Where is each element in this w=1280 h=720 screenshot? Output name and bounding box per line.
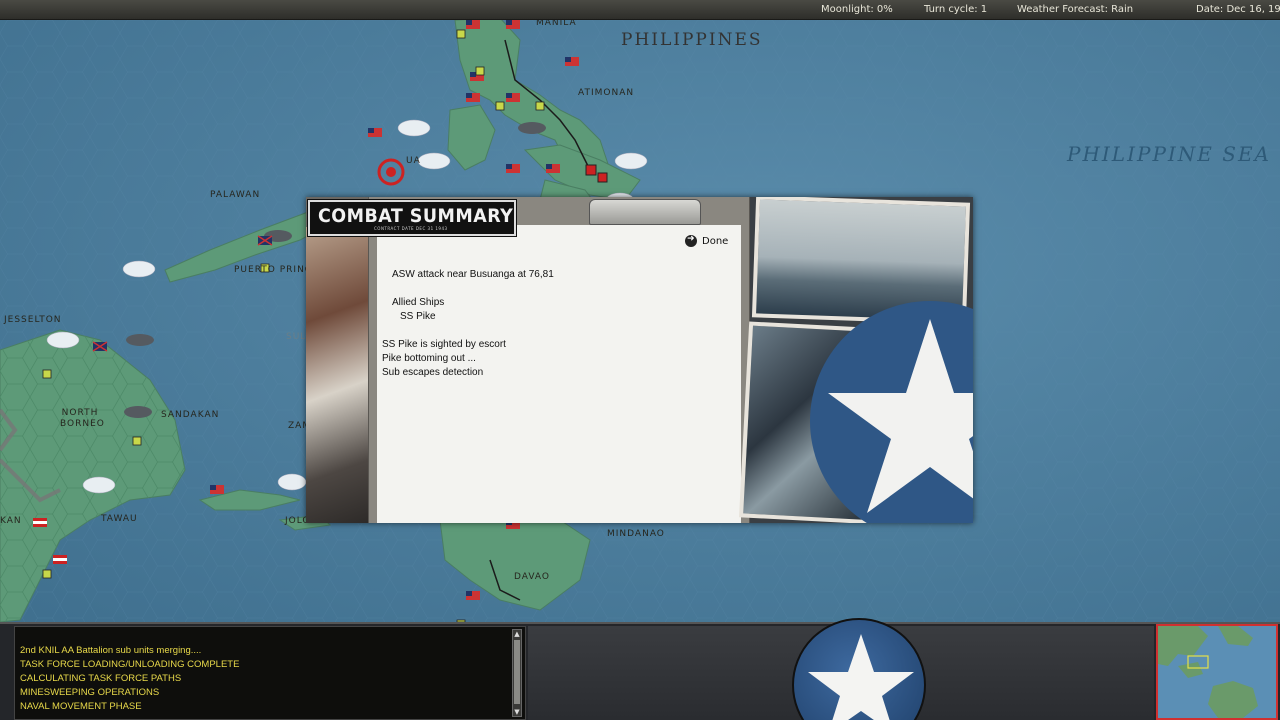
summary-line: SS Pike [400, 311, 436, 322]
bottom-panel: 2nd KNIL AA Battalion sub units merging.… [0, 618, 1280, 720]
label-manila: MANILA [536, 20, 577, 28]
log-line: MINESWEEPING OPERATIONS [20, 687, 160, 698]
us-star-roundel [810, 301, 973, 523]
log-line: 2nd KNIL AA Battalion sub units merging.… [20, 645, 202, 656]
label-sul: SUL [286, 332, 307, 342]
summary-line: SS Pike is sighted by escort [382, 339, 506, 350]
scroll-up-icon[interactable]: ▲ [513, 630, 521, 638]
label-philippine-sea: PHILIPPINE SEA [1067, 142, 1271, 166]
game-screen: Moonlight: 0% Turn cycle: 1 Weather Fore… [0, 0, 1280, 720]
label-atimonan: ATIMONAN [578, 88, 635, 98]
date-readout: Date: Dec 16, 1941 [1196, 4, 1280, 15]
status-bar: Moonlight: 0% Turn cycle: 1 Weather Fore… [0, 0, 1280, 20]
scroll-down-icon[interactable]: ▼ [513, 708, 521, 716]
scroll-thumb[interactable] [514, 640, 520, 704]
summary-line: ASW attack near Busuanga at 76,81 [392, 269, 554, 280]
center-emblem-panel [528, 618, 1154, 720]
label-ua: UA [406, 156, 421, 166]
summary-line: Allied Ships [392, 297, 445, 308]
label-sandakan: SANDAKAN [161, 410, 220, 420]
label-mindanao: MINDANAO [607, 529, 665, 539]
turn-cycle-readout: Turn cycle: 1 [924, 4, 988, 15]
log-scrollbar[interactable]: ▲ ▼ [512, 629, 522, 717]
photo-right-decoration [738, 197, 973, 523]
log-line: CALCULATING TASK FORCE PATHS [20, 673, 182, 684]
us-star-emblem [792, 618, 926, 720]
done-button-label: Done [702, 235, 729, 247]
summary-line: Pike bottoming out ... [382, 353, 476, 364]
label-philippines: PHILIPPINES [621, 30, 763, 50]
star-icon [828, 319, 973, 513]
arrow-right-icon [685, 234, 697, 247]
clipboard-clip [589, 199, 701, 225]
combat-summary-dialog: ASW attack near Busuanga at 76,81 Allied… [306, 197, 973, 523]
moonlight-readout: Moonlight: 0% [821, 4, 893, 15]
label-jesselton: JESSELTON [4, 315, 62, 325]
summary-line: Sub escapes detection [382, 367, 484, 378]
dialog-title: COMBAT SUMMARY [318, 205, 514, 227]
minimap[interactable] [1156, 624, 1278, 720]
dialog-subtitle: CONTRACT DATE DEC 31 1943 [374, 226, 448, 231]
log-line: NAVAL MOVEMENT PHASE [20, 701, 142, 712]
log-line: TASK FORCE LOADING/UNLOADING COMPLETE [20, 659, 240, 670]
minimap-terrain [1158, 626, 1258, 718]
label-palawan: PALAWAN [210, 190, 261, 200]
label-tawau: TAWAU [101, 514, 138, 524]
label-kan: KAN [0, 516, 22, 526]
done-button[interactable]: Done [685, 234, 728, 248]
label-davao: DAVAO [514, 572, 551, 582]
star-icon [808, 634, 914, 720]
label-north-borneo: NORTH BORNEO [60, 408, 105, 429]
message-log[interactable]: 2nd KNIL AA Battalion sub units merging.… [14, 626, 526, 720]
photo-left-decoration [306, 227, 370, 523]
weather-forecast-readout: Weather Forecast: Rain [1017, 4, 1134, 15]
dialog-title-badge: COMBAT SUMMARY CONTRACT DATE DEC 31 1943 [307, 199, 517, 237]
